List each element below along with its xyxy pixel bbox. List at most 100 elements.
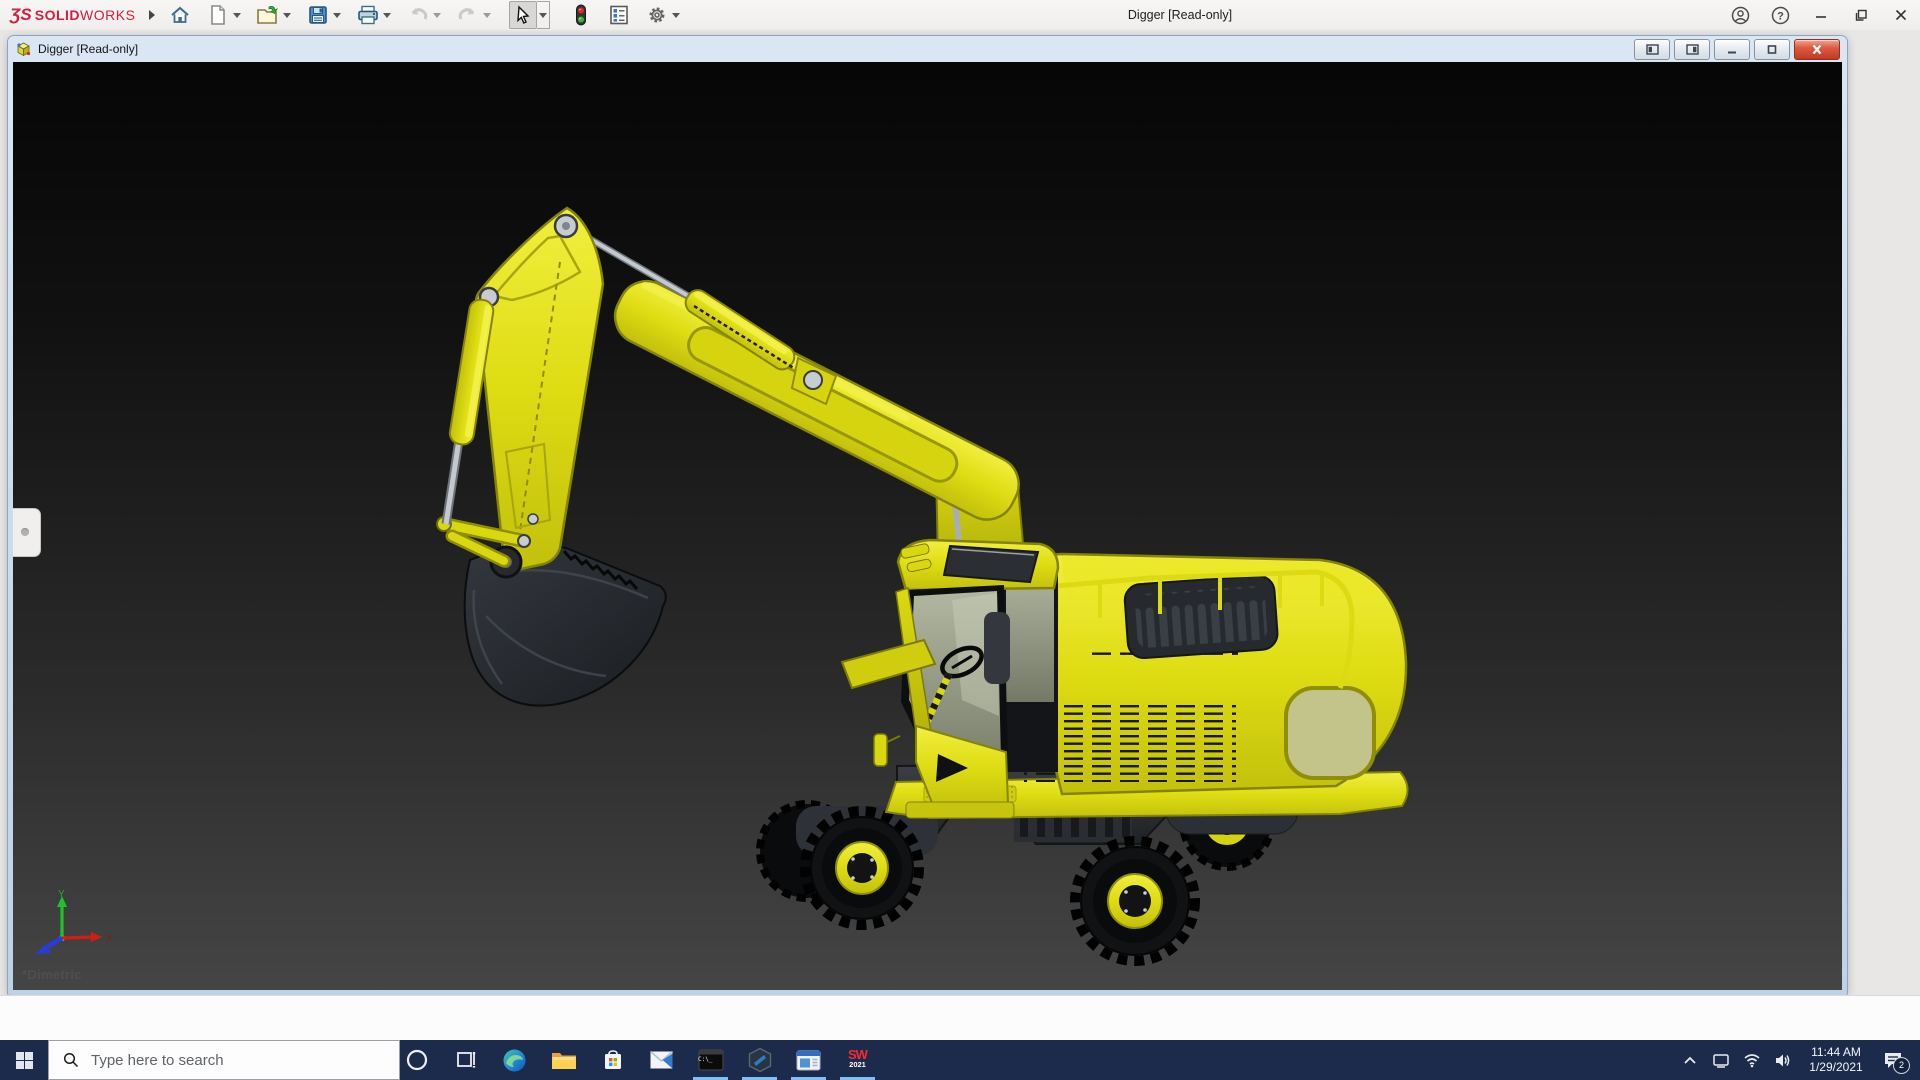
redo-button[interactable] (455, 2, 481, 28)
brand-solid: SOLID (34, 7, 81, 23)
tray-action-center-button[interactable]: 2 (1878, 1047, 1910, 1074)
minimize-icon (1815, 16, 1826, 18)
taskbar-item-solidworks[interactable]: SW 2021 (833, 1040, 882, 1080)
stick-arm (474, 206, 605, 579)
notification-count-badge: 2 (1893, 1057, 1910, 1074)
tray-network-button[interactable] (1741, 1048, 1763, 1072)
excavator-model (436, 206, 1409, 966)
engine-housing (1024, 552, 1408, 796)
help-icon: ? (1771, 6, 1790, 24)
chevron-up-icon (1684, 1056, 1696, 1064)
brand-works: WORKS (80, 7, 136, 23)
app-minimize-button[interactable] (1811, 6, 1830, 25)
account-button[interactable] (1731, 6, 1750, 25)
volume-icon (1776, 1054, 1790, 1066)
edge-icon (503, 1049, 526, 1071)
app-toolbar: ƷS SOLID WORKS Digger [Read-only] ? (0, 0, 1920, 31)
taskbar-item-cortana[interactable] (392, 1040, 441, 1080)
app-close-button[interactable] (1891, 6, 1910, 25)
options-button[interactable] (644, 2, 670, 28)
tray-clock[interactable]: 11:44 AM 1/29/2021 (1803, 1045, 1869, 1075)
command-prompt-glyph: C:\_ (698, 1056, 713, 1063)
options-dropdown[interactable] (670, 2, 682, 28)
taskbar-search[interactable] (48, 1040, 400, 1080)
print-dropdown[interactable] (381, 2, 393, 28)
seat (984, 612, 1010, 684)
new-document-icon (211, 5, 226, 25)
save-floppy-icon (309, 6, 328, 24)
print-button[interactable] (355, 2, 381, 28)
file-properties-button[interactable] (606, 2, 632, 28)
help-button[interactable]: ? (1771, 6, 1790, 25)
rebuild-button[interactable] (568, 2, 594, 28)
app-restore-button[interactable] (1851, 6, 1870, 25)
mail-icon (649, 1050, 674, 1069)
solidworks-application: ƷS SOLID WORKS Digger [Read-only] ? Digg… (0, 0, 1920, 1080)
doc-restore-button[interactable] (1754, 39, 1790, 60)
engine-cover (1123, 574, 1279, 659)
home-button[interactable] (167, 2, 193, 28)
taskbar-item-store[interactable] (588, 1040, 637, 1080)
account-icon (1731, 6, 1750, 24)
rear-window (1284, 686, 1376, 780)
start-button[interactable] (0, 1040, 48, 1080)
split-pane-right-button[interactable] (1674, 39, 1710, 60)
touch-keyboard-icon (1713, 1053, 1729, 1068)
file-properties-icon (610, 5, 629, 25)
open-folder-icon (257, 6, 279, 24)
select-tool-button[interactable] (509, 1, 538, 29)
graphics-viewport[interactable]: Y X *Dimetric (13, 62, 1842, 990)
doc-close-button[interactable] (1794, 39, 1840, 60)
taskbar-item-edge[interactable] (490, 1040, 539, 1080)
doc-minimize-button[interactable] (1714, 39, 1750, 60)
tray-touch-keyboard-button[interactable] (1710, 1048, 1732, 1072)
taskbar-item-file-explorer[interactable] (539, 1040, 588, 1080)
redo-dropdown[interactable] (481, 2, 493, 28)
document-titlebar[interactable]: Digger [Read-only] (8, 36, 1847, 62)
menu-flyout-arrow-icon[interactable] (149, 10, 156, 20)
triad-x-label: X (106, 933, 113, 944)
close-icon (1812, 44, 1822, 55)
tray-show-hidden-icons-button[interactable] (1679, 1048, 1701, 1072)
edrawings-icon (748, 1047, 771, 1073)
solidworks-2021-icon: SW 2021 (848, 1047, 868, 1069)
open-button[interactable] (255, 2, 281, 28)
new-document-dropdown[interactable] (231, 2, 243, 28)
select-arrow-icon (517, 5, 530, 24)
mdi-workspace: Digger [Read-only] Y X *Dimetric (0, 30, 1920, 995)
minimize-icon (1728, 51, 1736, 54)
tray-volume-button[interactable] (1772, 1048, 1794, 1072)
front-wheel (800, 806, 924, 930)
taskbar-item-composer[interactable] (784, 1040, 833, 1080)
split-pane-left-button[interactable] (1634, 39, 1670, 60)
taskbar-item-mail[interactable] (637, 1040, 686, 1080)
search-icon (63, 1052, 79, 1068)
windows-taskbar: C:\_ SW 2021 (0, 1040, 1920, 1080)
side-window (1006, 584, 1054, 702)
undo-button[interactable] (405, 2, 431, 28)
triad-y-label: Y (58, 889, 65, 900)
panel-expand-handle-icon (21, 528, 29, 536)
store-icon (604, 1050, 621, 1069)
search-input[interactable] (89, 1050, 373, 1070)
redo-icon (459, 8, 475, 20)
cortana-icon (406, 1049, 427, 1071)
orientation-triad: Y X (35, 889, 113, 954)
split-pane-right-icon (1685, 44, 1699, 55)
taskbar-item-edrawings[interactable] (735, 1040, 784, 1080)
save-button[interactable] (305, 2, 331, 28)
open-dropdown[interactable] (281, 2, 293, 28)
select-tool-dropdown[interactable] (537, 1, 551, 29)
featuremanager-collapsed-tab[interactable] (13, 508, 41, 557)
taskbar-item-task-view[interactable] (441, 1040, 490, 1080)
status-bar (0, 995, 1920, 1041)
new-document-button[interactable] (205, 2, 231, 28)
assembly-document-icon (17, 42, 31, 57)
document-window: Digger [Read-only] Y X *Dimetric (8, 36, 1847, 995)
save-dropdown[interactable] (331, 2, 343, 28)
3ds-logo-glyph: ƷS (10, 5, 32, 24)
windows-logo-icon (15, 1051, 33, 1069)
taskbar-item-command-prompt[interactable]: C:\_ (686, 1040, 735, 1080)
undo-dropdown[interactable] (431, 2, 443, 28)
document-title: Digger [Read-only] (38, 42, 139, 56)
